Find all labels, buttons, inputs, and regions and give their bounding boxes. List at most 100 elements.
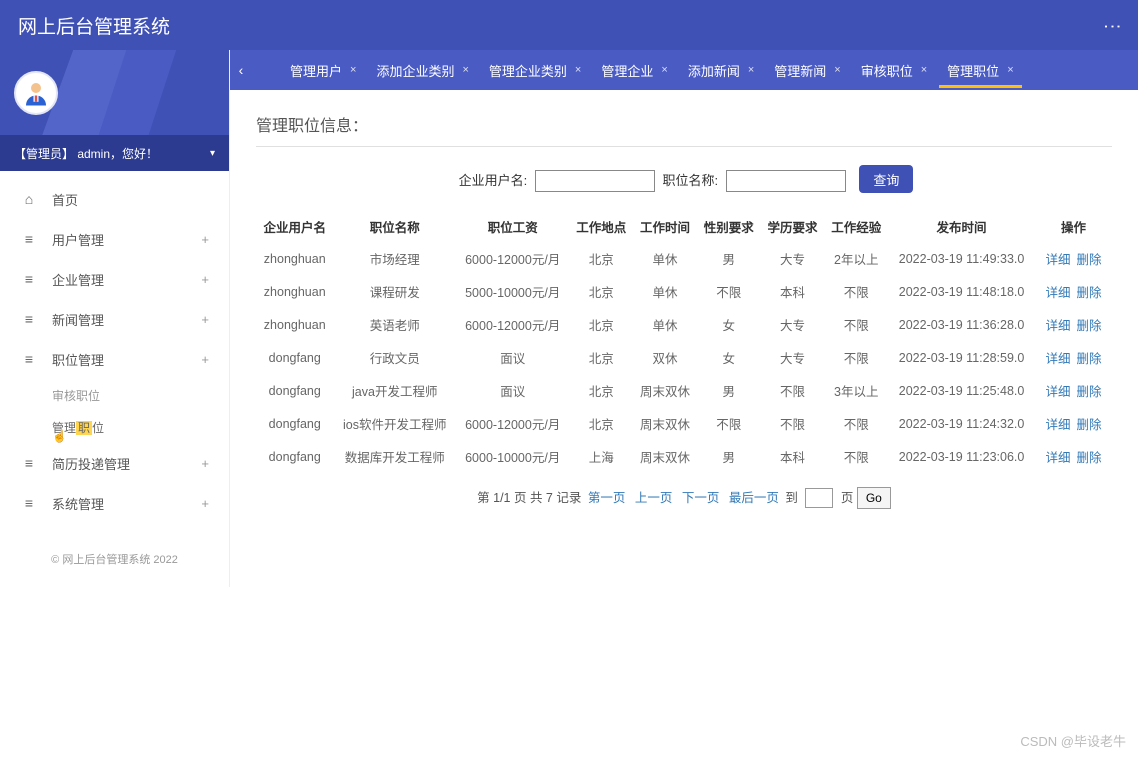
- search-label-user: 企业用户名:: [459, 173, 528, 188]
- watermark: CSDN @毕设老牛: [1020, 731, 1126, 750]
- sidebar-item-1[interactable]: ≡ 用户管理+: [0, 219, 229, 259]
- table-cell: 不限: [824, 440, 888, 473]
- pager-go-button[interactable]: Go: [857, 487, 891, 509]
- logo-area: [0, 50, 229, 135]
- close-icon[interactable]: ×: [748, 64, 754, 76]
- sidebar-item-3[interactable]: ≡新闻管理+: [0, 299, 229, 339]
- table-cell: 本科: [761, 275, 825, 308]
- detail-link[interactable]: 详细: [1045, 286, 1070, 300]
- delete-link[interactable]: 删除: [1076, 418, 1101, 432]
- delete-link[interactable]: 删除: [1076, 253, 1101, 267]
- table-cell: java开发工程师: [333, 374, 456, 407]
- close-icon[interactable]: ×: [834, 64, 840, 76]
- table-cell: 行政文员: [333, 341, 456, 374]
- delete-link[interactable]: 删除: [1076, 352, 1101, 366]
- pager-last[interactable]: 最后一页: [729, 491, 779, 505]
- pager-next[interactable]: 下一页: [682, 491, 720, 505]
- detail-link[interactable]: 详细: [1045, 451, 1070, 465]
- table-cell: 面议: [456, 341, 569, 374]
- search-input-position[interactable]: [726, 170, 846, 192]
- table-cell: 英语老师: [333, 308, 456, 341]
- detail-link[interactable]: 详细: [1045, 319, 1070, 333]
- tab-2[interactable]: 管理企业类别×: [481, 50, 589, 90]
- data-table: 企业用户名职位名称职位工资工作地点工作时间性别要求学历要求工作经验发布时间操作 …: [256, 211, 1112, 473]
- col-header: 操作: [1035, 211, 1112, 242]
- table-cell: 男: [697, 242, 761, 275]
- detail-link[interactable]: 详细: [1045, 253, 1070, 267]
- app-header: 网上后台管理系统 ⋮: [0, 0, 1138, 50]
- pager-to: 到: [785, 491, 798, 505]
- delete-link[interactable]: 删除: [1076, 451, 1101, 465]
- tab-0[interactable]: 管理用户×: [282, 50, 364, 90]
- pager-page-input[interactable]: [805, 488, 833, 508]
- delete-link[interactable]: 删除: [1076, 385, 1101, 399]
- sidebar-subitem-4-1[interactable]: 管理职位: [0, 411, 229, 443]
- close-icon[interactable]: ×: [661, 64, 667, 76]
- sidebar-subitem-4-0[interactable]: 审核职位: [0, 379, 229, 411]
- menu-icon: ≡: [20, 455, 38, 471]
- col-header: 性别要求: [697, 211, 761, 242]
- sidebar-item-2[interactable]: ≡企业管理+: [0, 259, 229, 299]
- expand-icon: +: [201, 352, 209, 367]
- close-icon[interactable]: ×: [575, 64, 581, 76]
- tab-label: 审核职位: [861, 61, 913, 80]
- tab-1[interactable]: 添加企业类别 ×: [368, 50, 476, 90]
- tabs-bar: ‹ 管理用户×添加企业类别×管理企业类别×管理企业×添加新闻×管理新闻×审核职位…: [230, 50, 1138, 90]
- tab-3[interactable]: 管理企业×: [593, 50, 675, 90]
- tab-7[interactable]: 管理职位×: [939, 50, 1021, 90]
- table-cell: ios软件开发工程师: [333, 407, 456, 440]
- avatar: [14, 71, 58, 115]
- user-greeting-bar[interactable]: 【管理员】 admin，您好！ ▾: [0, 135, 229, 171]
- sidebar-item-5[interactable]: ≡简历投递管理+: [0, 443, 229, 483]
- col-header: 工作地点: [569, 211, 633, 242]
- table-cell: dongfang: [256, 440, 333, 473]
- table-cell: 周末双休: [633, 407, 697, 440]
- sidebar-item-0[interactable]: ⌂首页: [0, 179, 229, 219]
- expand-icon: +: [201, 232, 209, 247]
- table-cell: 北京: [569, 341, 633, 374]
- menu-icon: ⌂: [20, 191, 38, 207]
- close-icon[interactable]: ×: [921, 64, 927, 76]
- tab-6[interactable]: 审核职位 ×: [853, 50, 935, 90]
- pager: 第 1/1 页 共 7 记录 第一页 上一页 下一页 最后一页 到 页 Go: [256, 487, 1112, 509]
- close-icon[interactable]: ×: [1007, 64, 1013, 76]
- menu-icon: ≡: [20, 231, 38, 247]
- collapse-icon[interactable]: ‹: [230, 62, 252, 78]
- table-cell: 女: [697, 341, 761, 374]
- sidebar-item-6[interactable]: ≡系统管理+: [0, 483, 229, 523]
- sidebar-item-label: 用户管理: [52, 230, 201, 249]
- delete-link[interactable]: 删除: [1076, 319, 1101, 333]
- more-icon[interactable]: ⋮: [1102, 17, 1123, 33]
- detail-link[interactable]: 详细: [1045, 385, 1070, 399]
- table-cell: 周末双休: [633, 440, 697, 473]
- table-cell: 3年以上: [824, 374, 888, 407]
- table-cell: 不限: [824, 275, 888, 308]
- table-cell: 单休: [633, 308, 697, 341]
- table-row: zhonghuan市场经理6000-12000元/月北京单休男大专2年以上202…: [256, 242, 1112, 275]
- delete-link[interactable]: 删除: [1076, 286, 1101, 300]
- table-row: dongfangios软件开发工程师6000-12000元/月北京周末双休不限不…: [256, 407, 1112, 440]
- table-cell: 不限: [761, 374, 825, 407]
- pager-first[interactable]: 第一页: [588, 491, 626, 505]
- detail-link[interactable]: 详细: [1045, 352, 1070, 366]
- table-row: zhonghuan课程研发5000-10000元/月北京单休不限本科不限2022…: [256, 275, 1112, 308]
- search-input-user[interactable]: [535, 170, 655, 192]
- table-cell: 北京: [569, 242, 633, 275]
- table-cell: 6000-12000元/月: [456, 308, 569, 341]
- table-cell: 单休: [633, 275, 697, 308]
- sidebar-item-4[interactable]: ≡职位管理+: [0, 339, 229, 379]
- table-cell: 大专: [761, 341, 825, 374]
- pager-prev[interactable]: 上一页: [635, 491, 673, 505]
- table-cell: 北京: [569, 374, 633, 407]
- detail-link[interactable]: 详细: [1045, 418, 1070, 432]
- close-icon[interactable]: ×: [350, 64, 356, 76]
- table-cell-actions: 详细删除: [1035, 341, 1112, 374]
- sidebar-item-label: 企业管理: [52, 270, 201, 289]
- tab-4[interactable]: 添加新闻×: [680, 50, 762, 90]
- tab-label: 添加企业类别: [376, 61, 454, 80]
- close-icon[interactable]: ×: [462, 64, 468, 76]
- table-cell: 市场经理: [333, 242, 456, 275]
- tab-5[interactable]: 管理新闻×: [766, 50, 848, 90]
- search-button[interactable]: 查询: [859, 165, 913, 193]
- table-row: dongfang行政文员面议北京双休女大专不限2022-03-19 11:28:…: [256, 341, 1112, 374]
